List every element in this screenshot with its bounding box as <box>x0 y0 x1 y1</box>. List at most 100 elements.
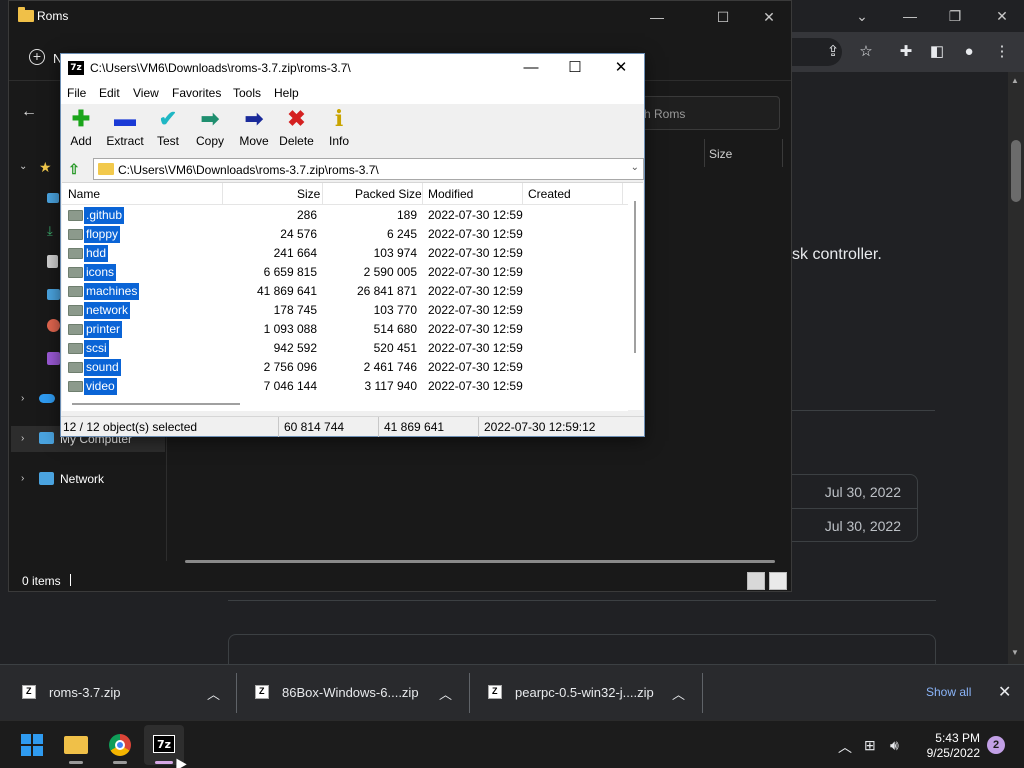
nav-item-network[interactable]: Network <box>60 472 104 486</box>
documents-icon[interactable] <box>47 255 58 268</box>
close-icon[interactable]: ✕ <box>610 58 632 78</box>
notification-badge[interactable]: 2 <box>987 736 1005 754</box>
tab-search-icon[interactable]: ⌄ <box>850 6 874 26</box>
horizontal-scrollbar[interactable] <box>62 396 628 411</box>
column-divider[interactable] <box>322 183 323 205</box>
chevron-right-icon[interactable]: › <box>21 433 24 444</box>
scroll-up-icon[interactable]: ▲ <box>1011 76 1019 85</box>
file-name[interactable]: sound <box>84 359 121 376</box>
extensions-puzzle-icon[interactable]: ✚ <box>896 42 916 62</box>
download-item[interactable]: pearpc-0.5-win32-j....zip ︿ <box>470 665 702 721</box>
add-button[interactable]: ✚ Add <box>67 106 95 154</box>
delete-button[interactable]: ✖ Delete <box>279 106 314 154</box>
minimize-icon[interactable]: — <box>520 58 542 78</box>
show-all-button[interactable]: Show all <box>926 685 971 699</box>
column-header-packed-size[interactable]: Packed Size <box>355 187 422 201</box>
chevron-down-icon[interactable]: ⌄ <box>19 161 27 172</box>
column-divider[interactable] <box>782 139 783 167</box>
onedrive-cloud-icon[interactable] <box>39 394 55 403</box>
scroll-down-icon[interactable]: ▼ <box>1011 648 1019 657</box>
chrome-menu-icon[interactable]: ⋮ <box>992 42 1012 62</box>
search-input[interactable]: ch Roms <box>629 96 780 130</box>
share-icon[interactable]: ⇪ <box>823 42 843 62</box>
chevron-right-icon[interactable]: › <box>21 473 24 484</box>
file-name[interactable]: machines <box>84 283 140 300</box>
file-name[interactable]: printer <box>84 321 123 338</box>
new-icon[interactable]: + <box>29 49 45 65</box>
copy-button[interactable]: ➡ Copy <box>195 106 225 154</box>
column-header-size[interactable]: Size <box>709 147 732 161</box>
close-icon[interactable]: ✕ <box>757 7 781 27</box>
column-header-modified[interactable]: Modified <box>428 187 473 201</box>
test-button[interactable]: ✔ Test <box>155 106 181 154</box>
column-divider[interactable] <box>422 183 423 205</box>
menu-favorites[interactable]: Favorites <box>172 86 221 100</box>
chevron-up-icon[interactable]: ︿ <box>439 684 452 703</box>
computer-icon[interactable] <box>39 432 54 444</box>
column-divider[interactable] <box>704 139 705 167</box>
file-name[interactable]: hdd <box>84 245 109 262</box>
file-name[interactable]: scsi <box>84 340 109 357</box>
music-icon[interactable] <box>47 319 60 332</box>
table-row[interactable]: scsi 942 592 520 451 2022-07-30 12:59 <box>62 339 628 358</box>
download-item[interactable]: 86Box-Windows-6....zip ︿ <box>237 665 469 721</box>
download-filename[interactable]: 86Box-Windows-6....zip <box>282 685 419 700</box>
close-icon[interactable]: ✕ <box>998 682 1011 702</box>
horizontal-scrollbar[interactable] <box>185 560 775 563</box>
menu-view[interactable]: View <box>133 86 159 100</box>
menu-help[interactable]: Help <box>274 86 299 100</box>
star-icon[interactable]: ★ <box>39 159 52 176</box>
table-row[interactable]: printer 1 093 088 514 680 2022-07-30 12:59 <box>62 320 628 339</box>
menu-tools[interactable]: Tools <box>233 86 261 100</box>
chevron-up-icon[interactable]: ︿ <box>672 684 685 703</box>
table-row[interactable]: icons 6 659 815 2 590 005 2022-07-30 12:59 <box>62 263 628 282</box>
chevron-right-icon[interactable]: › <box>21 393 24 404</box>
info-button[interactable]: i Info <box>327 106 351 154</box>
restore-icon[interactable]: ❐ <box>943 6 967 26</box>
downloads-icon[interactable]: ⤓ <box>47 223 53 239</box>
address-input[interactable]: C:\Users\VM6\Downloads\roms-3.7.zip\roms… <box>93 158 644 180</box>
column-divider[interactable] <box>522 183 523 205</box>
maximize-icon[interactable]: ☐ <box>564 58 586 78</box>
file-name[interactable]: floppy <box>84 226 121 243</box>
table-row[interactable]: floppy 24 576 6 245 2022-07-30 12:59 <box>62 225 628 244</box>
desktop-icon[interactable] <box>47 193 59 203</box>
scroll-thumb[interactable] <box>634 201 636 353</box>
close-icon[interactable]: ✕ <box>990 6 1014 26</box>
download-filename[interactable]: pearpc-0.5-win32-j....zip <box>515 685 654 700</box>
move-button[interactable]: ➡ Move <box>238 106 270 154</box>
start-button[interactable] <box>12 725 52 765</box>
profile-avatar-icon[interactable]: ● <box>959 42 979 62</box>
file-name[interactable]: video <box>84 378 117 395</box>
file-name[interactable]: .github <box>84 207 125 224</box>
vertical-scrollbar[interactable] <box>628 183 643 396</box>
clock[interactable]: 5:43 PM 9/25/2022 <box>916 731 980 761</box>
up-folder-icon[interactable]: ⇧ <box>66 161 82 177</box>
table-row[interactable]: video 7 046 144 3 117 940 2022-07-30 12:59 <box>62 377 628 396</box>
tiles-view-icon[interactable] <box>769 572 787 590</box>
file-name[interactable]: network <box>84 302 131 319</box>
page-scroll-thumb[interactable] <box>1011 140 1021 202</box>
column-header-name[interactable]: Name <box>68 187 100 201</box>
file-name[interactable]: icons <box>84 264 117 281</box>
minimize-icon[interactable]: — <box>898 6 922 26</box>
download-filename[interactable]: roms-3.7.zip <box>49 685 121 700</box>
minimize-icon[interactable]: — <box>645 7 669 27</box>
table-row[interactable]: network 178 745 103 770 2022-07-30 12:59 <box>62 301 628 320</box>
chrome-taskbar-button[interactable] <box>100 725 140 765</box>
videos-icon[interactable] <box>47 352 60 365</box>
network-icon[interactable] <box>39 472 54 485</box>
back-arrow-icon[interactable]: ← <box>21 103 37 121</box>
volume-icon[interactable]: 🔊︎ <box>890 737 899 754</box>
column-divider[interactable] <box>222 183 223 205</box>
scroll-thumb[interactable] <box>72 403 240 405</box>
chevron-down-icon[interactable]: ⌄ <box>631 162 639 173</box>
column-header-size[interactable]: Size <box>297 187 320 201</box>
table-row[interactable]: .github 286 189 2022-07-30 12:59 <box>62 206 628 225</box>
column-divider[interactable] <box>622 183 623 205</box>
file-explorer-taskbar-button[interactable] <box>56 725 96 765</box>
download-item[interactable]: roms-3.7.zip ︿ <box>0 665 236 721</box>
table-row[interactable]: machines 41 869 641 26 841 871 2022-07-30 1… <box>62 282 628 301</box>
details-view-icon[interactable] <box>747 572 765 590</box>
column-header-created[interactable]: Created <box>528 187 571 201</box>
